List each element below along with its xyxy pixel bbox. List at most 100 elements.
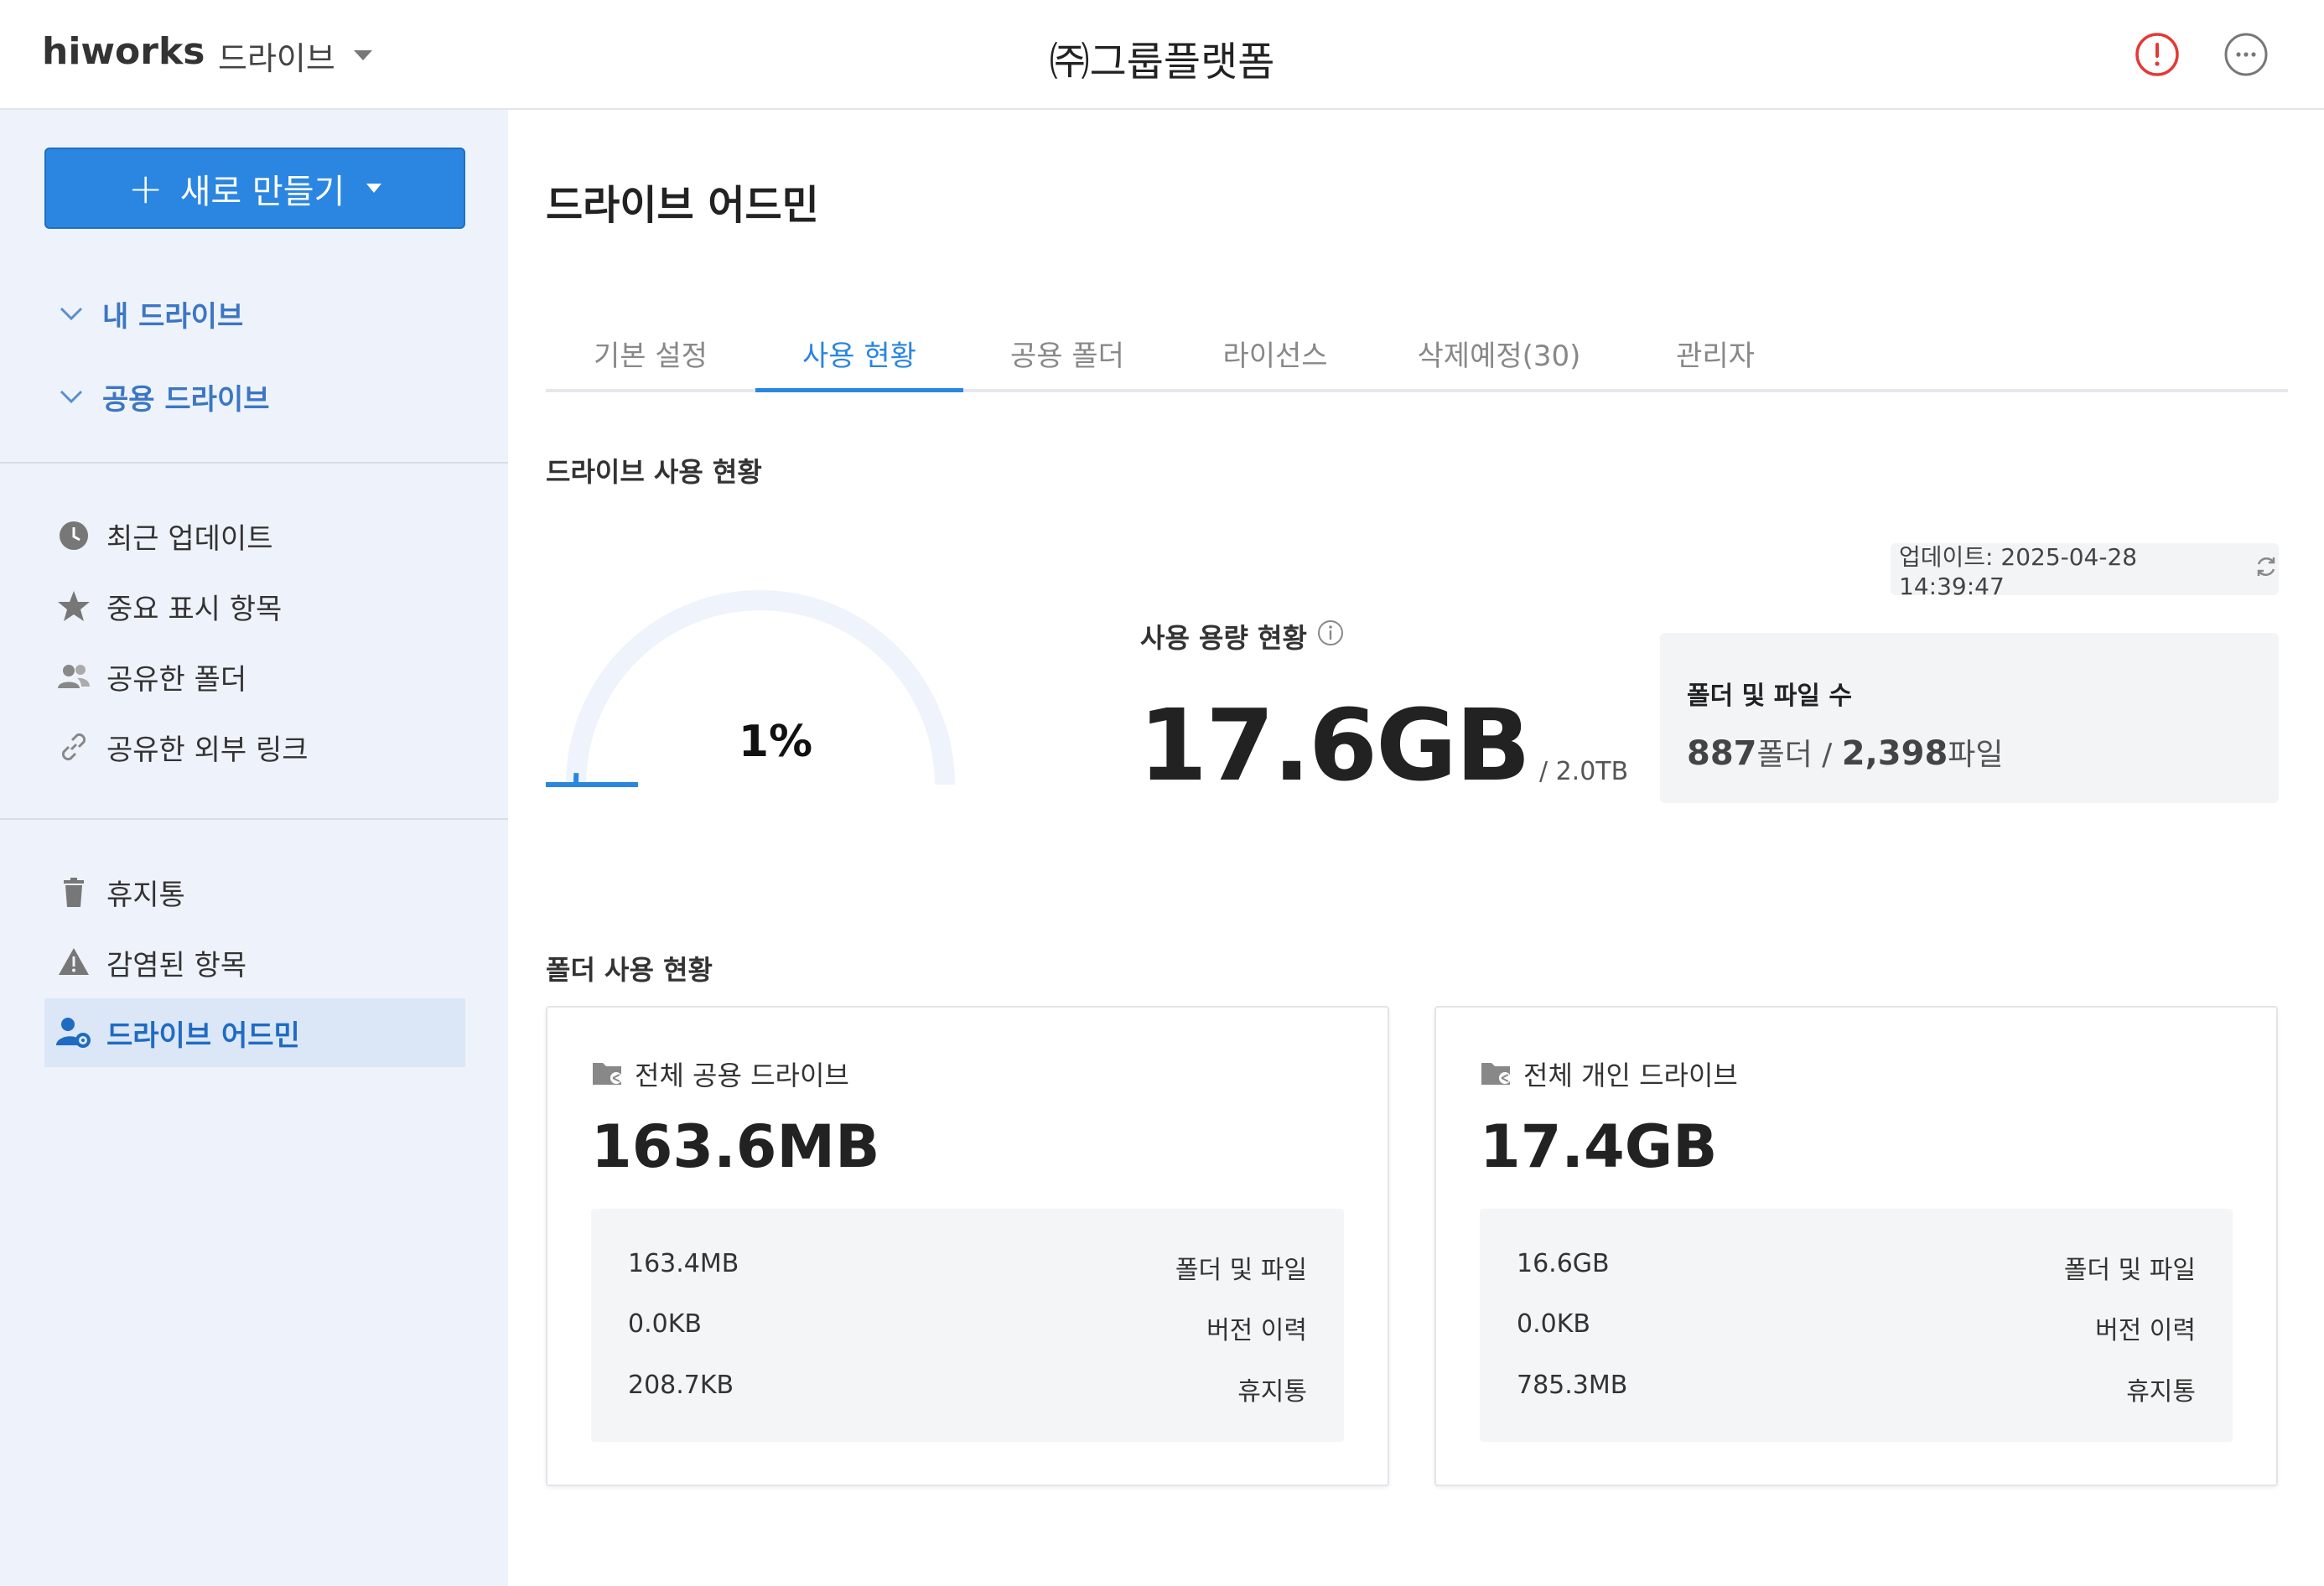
detail-value: 163.4MB: [628, 1249, 739, 1278]
more-icon[interactable]: [2223, 32, 2269, 77]
update-timestamp: 업데이트: 2025-04-28 14:39:47: [1899, 542, 2138, 600]
tree-item-label: 내 드라이브: [102, 299, 244, 334]
count-value: 887폴더 / 2,398파일: [1687, 730, 2279, 774]
drive-usage-section-title: 드라이브 사용 현황: [546, 456, 762, 488]
detail-label: 폴더 및 파일: [1175, 1256, 1307, 1285]
gauge-fill: [546, 773, 638, 787]
trash-icon: [56, 874, 91, 910]
detail-label: 휴지통: [1237, 1377, 1307, 1407]
detail-row: 163.4MB 폴더 및 파일: [628, 1249, 1307, 1286]
card-detail: 16.6GB 폴더 및 파일 0.0KB 버전 이력 785.3MB 휴지통: [1480, 1209, 2233, 1442]
sidebar-item-label: 공유한 폴더: [106, 662, 247, 697]
card-title: 전체 개인 드라이브: [1523, 1060, 1738, 1091]
used-capacity: 17.6GB: [1139, 687, 1531, 803]
refresh-icon[interactable]: [2254, 554, 2279, 585]
clock-icon: [56, 518, 91, 553]
folder-count: 887: [1687, 734, 1757, 773]
sidebar-item-drive-admin[interactable]: 드라이브 어드민: [44, 998, 465, 1067]
tab-scheduled-deletion[interactable]: 삭제예정(30): [1379, 327, 1619, 392]
detail-row: 785.3MB 휴지통: [1517, 1371, 2196, 1407]
caret-down-icon: [366, 184, 382, 193]
update-timestamp-box: 업데이트: 2025-04-28 14:39:47: [1891, 543, 2279, 600]
page-title: 드라이브 어드민: [546, 182, 819, 229]
sidebar-item-label: 공유한 외부 링크: [106, 733, 309, 767]
sidebar-item-label: 최근 업데이트: [106, 521, 273, 556]
user-gear-icon: [56, 1015, 91, 1050]
chevron-down-icon: [60, 307, 83, 321]
tab-admins[interactable]: 관리자: [1619, 327, 1812, 392]
count-title: 폴더 및 파일 수: [1687, 682, 1852, 711]
shared-folder-icon: [1481, 1063, 1511, 1085]
tab-bar: 기본 설정 사용 현황 공용 폴더 라이선스 삭제예정(30) 관리자: [546, 327, 2288, 392]
detail-value: 208.7KB: [628, 1371, 734, 1400]
tab-shared-folders[interactable]: 공용 폴더: [963, 327, 1171, 392]
detail-value: 785.3MB: [1517, 1371, 1628, 1400]
card-header: 전체 공용 드라이브: [591, 1055, 849, 1093]
chevron-down-icon: [60, 390, 83, 404]
info-icon[interactable]: [1317, 619, 1344, 653]
detail-row: 208.7KB 휴지통: [628, 1371, 1307, 1407]
sidebar-item-external-links[interactable]: 공유한 외부 링크: [44, 713, 465, 781]
company-name: ㈜그룹플랫폼: [1049, 39, 1275, 86]
warning-icon: [56, 945, 91, 980]
folder-usage-section-title: 폴더 사용 현황: [546, 954, 713, 986]
sidebar-item-recent[interactable]: 최근 업데이트: [44, 501, 465, 570]
detail-row: 16.6GB 폴더 및 파일: [1517, 1249, 2196, 1286]
new-create-button[interactable]: + 새로 만들기: [44, 148, 465, 229]
new-create-label: 새로 만들기: [179, 172, 345, 211]
detail-label: 휴지통: [2126, 1377, 2196, 1407]
sidebar-item-label: 휴지통: [106, 878, 185, 912]
tree-item-label: 공용 드라이브: [102, 382, 270, 417]
usage-capacity-label: 사용 용량 현황: [1140, 617, 1344, 656]
users-icon: [56, 659, 91, 694]
tree-item-shared-drive[interactable]: 공용 드라이브: [59, 373, 270, 420]
detail-value: 0.0KB: [1517, 1309, 1590, 1339]
detail-row: 0.0KB 버전 이력: [1517, 1309, 2196, 1346]
sidebar-item-infected[interactable]: 감염된 항목: [44, 928, 465, 997]
shared-folder-icon: [593, 1063, 622, 1085]
card-header: 전체 개인 드라이브: [1480, 1055, 1738, 1093]
tree-item-my-drive[interactable]: 내 드라이브: [59, 290, 243, 337]
sidebar-divider: [0, 818, 508, 820]
sidebar-item-label: 감염된 항목: [106, 948, 247, 982]
hiworks-logo[interactable]: hiworks: [42, 30, 205, 73]
sidebar-item-starred[interactable]: 중요 표시 항목: [44, 572, 465, 640]
file-unit: 파일: [1948, 738, 2004, 772]
detail-value: 16.6GB: [1517, 1249, 1610, 1278]
sidebar-divider: [0, 462, 508, 464]
card-title: 전체 공용 드라이브: [635, 1060, 849, 1091]
sidebar-item-label: 중요 표시 항목: [106, 592, 283, 626]
tab-basic-settings[interactable]: 기본 설정: [546, 327, 755, 392]
total-capacity: / 2.0TB: [1538, 757, 1629, 786]
link-icon: [56, 729, 91, 764]
sidebar: + 새로 만들기 내 드라이브 공용 드라이브 최근 업데이트 중요 표시 항목…: [0, 110, 508, 1586]
card-total: 17.4GB: [1480, 1112, 1718, 1181]
star-icon: [56, 588, 91, 624]
sidebar-item-trash[interactable]: 휴지통: [44, 858, 465, 926]
chevron-down-icon: [353, 50, 372, 60]
gauge-percent: 1%: [738, 717, 813, 767]
app-switcher-label: 드라이브: [218, 39, 335, 77]
detail-label: 버전 이력: [2095, 1316, 2196, 1345]
card-detail: 163.4MB 폴더 및 파일 0.0KB 버전 이력 208.7KB 휴지통: [591, 1209, 1344, 1442]
detail-label: 폴더 및 파일: [2063, 1256, 2196, 1285]
folder-file-count-box: 폴더 및 파일 수 887폴더 / 2,398파일: [1660, 633, 2279, 803]
detail-label: 버전 이력: [1206, 1316, 1307, 1345]
file-count: 2,398: [1841, 734, 1948, 773]
app-switcher[interactable]: 드라이브: [218, 34, 372, 77]
top-header: hiworks 드라이브 ㈜그룹플랫폼: [0, 0, 2324, 110]
sidebar-item-shared-folders[interactable]: 공유한 폴더: [44, 642, 465, 711]
personal-drive-card: 전체 개인 드라이브 17.4GB 16.6GB 폴더 및 파일 0.0KB 버…: [1434, 1006, 2278, 1486]
usage-amount: 17.6GB / 2.0TB: [1139, 687, 1628, 803]
alert-icon[interactable]: [2135, 32, 2180, 77]
sidebar-item-label: 드라이브 어드민: [106, 1018, 300, 1053]
tab-license[interactable]: 라이선스: [1171, 327, 1379, 392]
detail-value: 0.0KB: [628, 1309, 702, 1339]
folder-unit: 폴더 /: [1756, 738, 1833, 772]
plus-icon: +: [127, 163, 163, 213]
usage-capacity-title: 사용 용량 현황: [1140, 622, 1307, 654]
tab-usage[interactable]: 사용 현황: [755, 327, 963, 392]
detail-row: 0.0KB 버전 이력: [628, 1309, 1307, 1346]
card-total: 163.6MB: [591, 1112, 880, 1181]
shared-drive-card: 전체 공용 드라이브 163.6MB 163.4MB 폴더 및 파일 0.0KB…: [546, 1006, 1389, 1486]
